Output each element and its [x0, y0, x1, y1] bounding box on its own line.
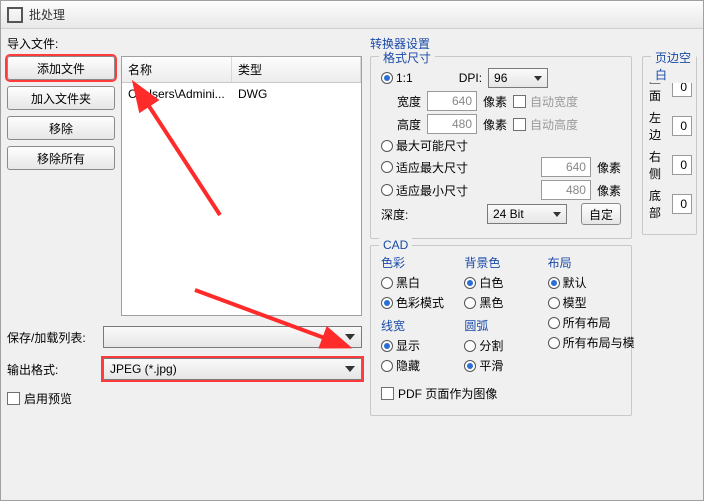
remove-button[interactable]: 移除	[7, 116, 115, 140]
margin-left-label: 左边	[649, 109, 666, 143]
remove-all-button[interactable]: 移除所有	[7, 146, 115, 170]
save-list-label: 保存/加载列表:	[7, 329, 97, 346]
color-bw-radio[interactable]: 黑白	[381, 274, 420, 291]
cad-group: CAD 色彩 黑白 色彩模式 线宽 显示 隐藏 背景色	[370, 245, 632, 416]
fit-max-radio[interactable]: 适应最大尺寸	[381, 159, 468, 176]
chevron-down-icon	[553, 212, 561, 217]
cell-type: DWG	[232, 85, 361, 103]
import-files-label: 导入文件:	[7, 35, 362, 52]
cad-title: CAD	[379, 238, 412, 252]
col-name-header[interactable]: 名称	[122, 57, 232, 82]
margin-left-input[interactable]: 0	[672, 116, 692, 136]
arc-split-radio[interactable]: 分割	[464, 337, 503, 354]
auto-height-checkbox[interactable]: 自动高度	[513, 116, 578, 133]
layout-all-radio[interactable]: 所有布局	[548, 314, 611, 331]
titlebar: 批处理	[1, 1, 703, 29]
checkbox-icon	[7, 392, 20, 405]
margin-group: 页边空白 上面0 左边0 右侧0 底部0	[642, 56, 697, 235]
layout-all-model-radio[interactable]: 所有布局与模	[548, 334, 635, 351]
chevron-down-icon	[345, 366, 355, 372]
color-mode-radio[interactable]: 色彩模式	[381, 294, 444, 311]
pdf-as-image-checkbox[interactable]: PDF 页面作为图像	[381, 385, 497, 402]
bg-black-radio[interactable]: 黑色	[464, 294, 503, 311]
pixel-label: 像素	[483, 93, 507, 110]
files-table[interactable]: 名称 类型 C:\Users\Admini... DWG	[121, 56, 362, 316]
fit-min-input[interactable]: 480	[541, 180, 591, 200]
col-type-header[interactable]: 类型	[232, 57, 361, 82]
enable-preview-checkbox[interactable]: 启用预览	[7, 390, 72, 407]
ratio-1-1-radio[interactable]: 1:1	[381, 71, 413, 85]
lw-show-radio[interactable]: 显示	[381, 337, 420, 354]
chevron-down-icon	[534, 76, 542, 81]
format-size-title: 格式尺寸	[379, 49, 435, 66]
color-title: 色彩	[381, 254, 454, 271]
margin-title: 页边空白	[651, 49, 696, 83]
cell-name: C:\Users\Admini...	[122, 85, 232, 103]
width-input[interactable]: 640	[427, 91, 477, 111]
lw-title: 线宽	[381, 317, 454, 334]
layout-title: 布局	[548, 254, 621, 271]
height-input[interactable]: 480	[427, 114, 477, 134]
depth-label: 深度:	[381, 206, 408, 223]
dpi-select[interactable]: 96	[488, 68, 548, 88]
app-icon	[7, 7, 23, 23]
lw-hide-radio[interactable]: 隐藏	[381, 357, 420, 374]
add-folder-button[interactable]: 加入文件夹	[7, 86, 115, 110]
margin-right-label: 右侧	[649, 148, 666, 182]
auto-width-checkbox[interactable]: 自动宽度	[513, 93, 578, 110]
margin-bottom-label: 底部	[649, 187, 666, 221]
output-format-label: 输出格式:	[7, 361, 97, 378]
output-format-value: JPEG (*.jpg)	[110, 362, 177, 376]
dpi-label: DPI:	[459, 71, 482, 85]
bg-title: 背景色	[464, 254, 537, 271]
pixel-label: 像素	[483, 116, 507, 133]
output-format-select[interactable]: JPEG (*.jpg)	[103, 358, 362, 380]
arc-title: 圆弧	[464, 317, 537, 334]
fit-max-input[interactable]: 640	[541, 157, 591, 177]
height-label: 高度	[381, 116, 421, 133]
margin-right-input[interactable]: 0	[672, 155, 692, 175]
format-size-group: 格式尺寸 1:1 DPI: 96 宽度 640 像素 自动宽度	[370, 56, 632, 239]
max-possible-radio[interactable]: 最大可能尺寸	[381, 137, 468, 154]
table-row[interactable]: C:\Users\Admini... DWG	[122, 83, 361, 105]
chevron-down-icon	[345, 334, 355, 340]
layout-model-radio[interactable]: 模型	[548, 294, 587, 311]
custom-depth-button[interactable]: 自定	[581, 203, 621, 225]
fit-min-radio[interactable]: 适应最小尺寸	[381, 182, 468, 199]
window-title: 批处理	[29, 6, 65, 23]
bg-white-radio[interactable]: 白色	[464, 274, 503, 291]
add-file-button[interactable]: 添加文件	[7, 56, 115, 80]
arc-smooth-radio[interactable]: 平滑	[464, 357, 503, 374]
margin-bottom-input[interactable]: 0	[672, 194, 692, 214]
save-list-select[interactable]	[103, 326, 362, 348]
depth-select[interactable]: 24 Bit	[487, 204, 567, 224]
width-label: 宽度	[381, 93, 421, 110]
layout-default-radio[interactable]: 默认	[548, 274, 587, 291]
